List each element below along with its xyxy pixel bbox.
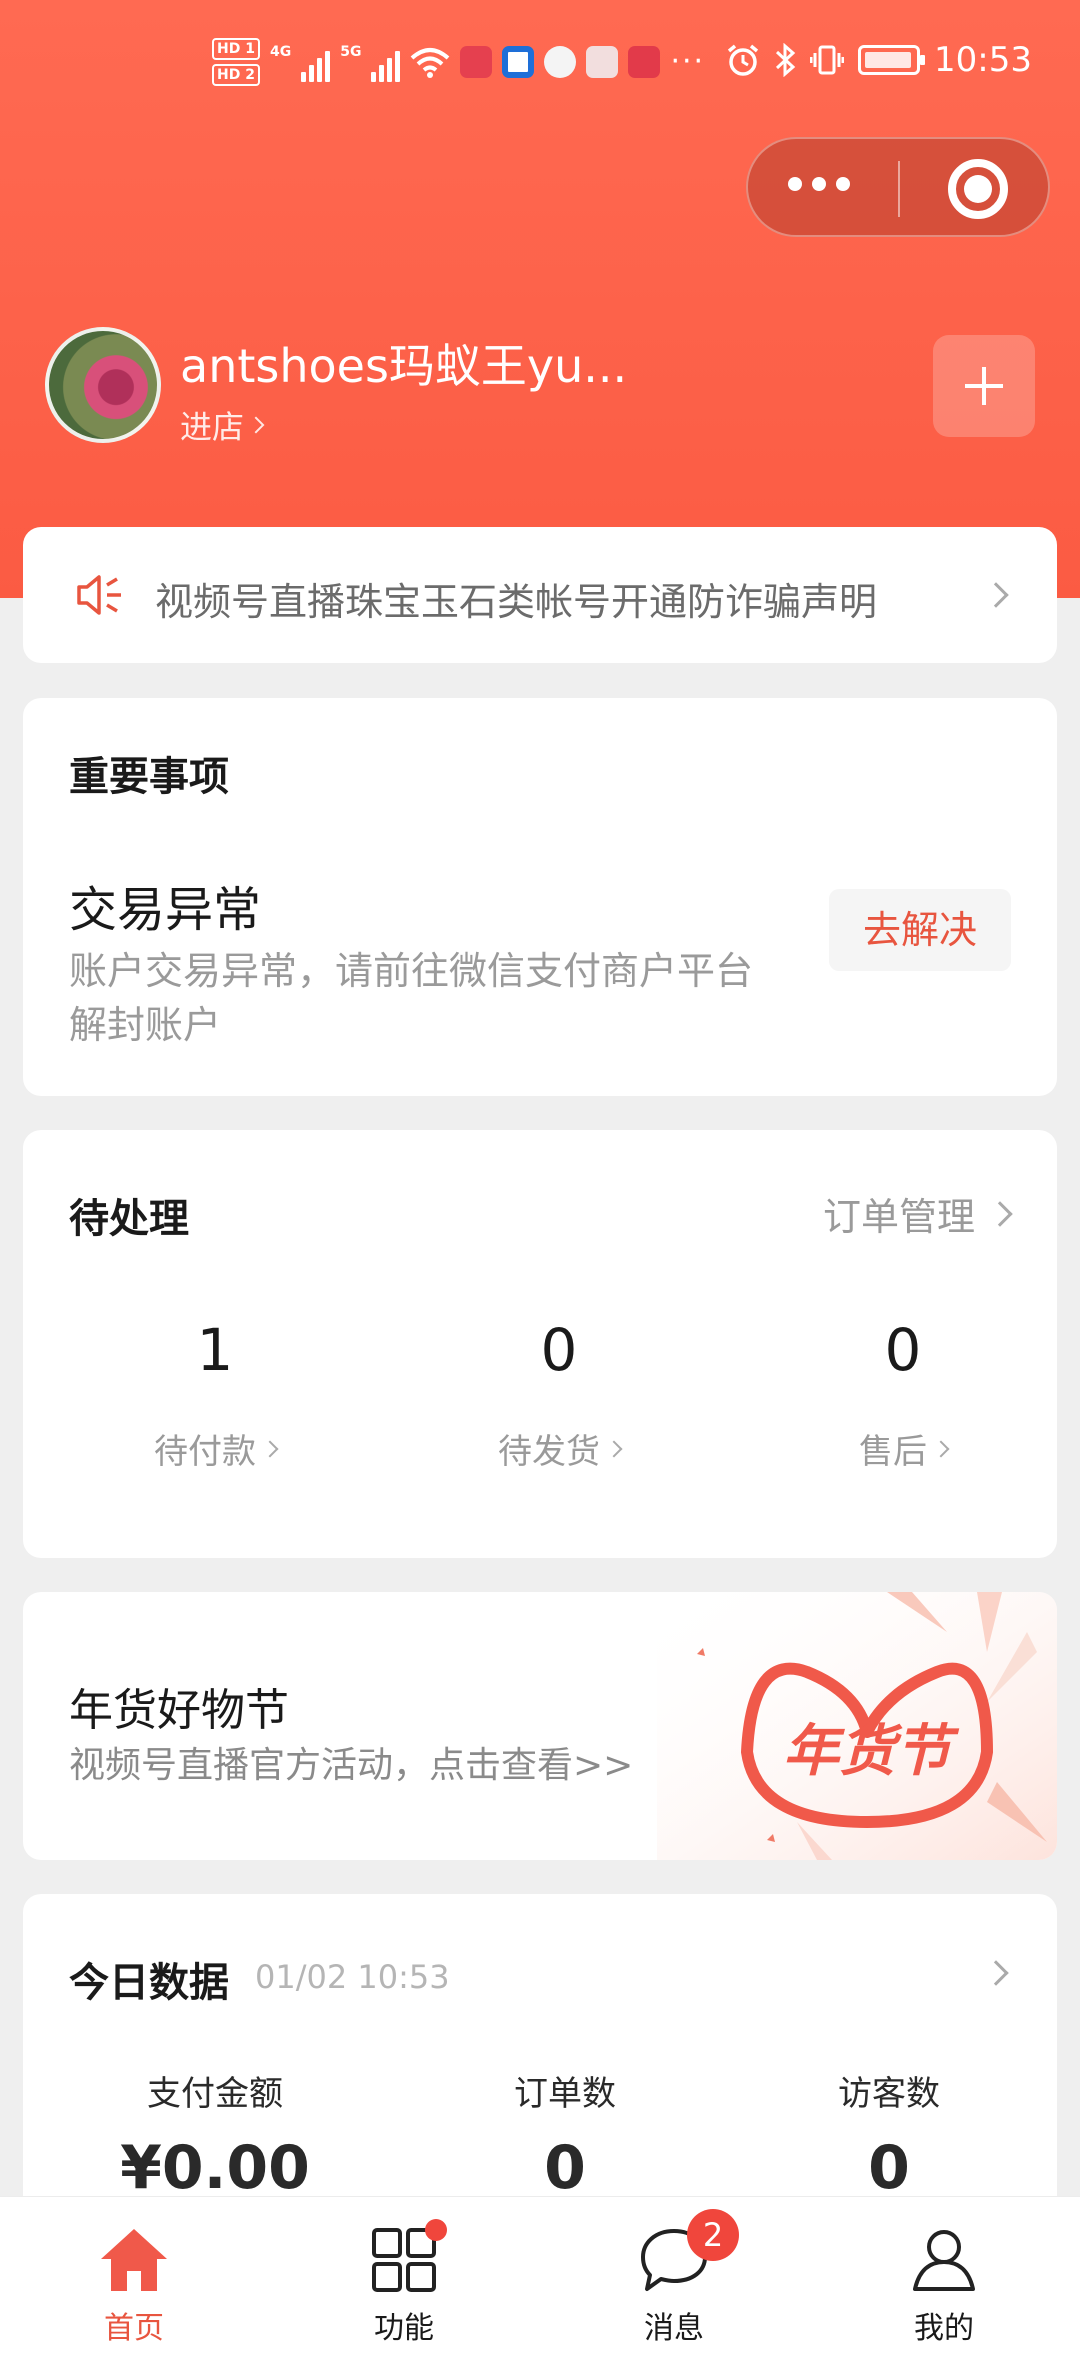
chevron-right-icon (983, 582, 1009, 608)
status-bar: HD 1 HD 2 4G 5G ··· 10:53 (0, 30, 1080, 110)
important-items-title: 重要事项 (69, 754, 229, 800)
bottom-tab-bar: 首页 功能 2 消息 我的 (0, 2196, 1080, 2376)
tab-messages[interactable]: 2 消息 (574, 2209, 774, 2353)
wifi-icon (411, 48, 450, 78)
promo-art-text: 年货节 (783, 1719, 960, 1784)
network-5g-label: 5G (340, 44, 362, 60)
user-icon (907, 2223, 981, 2297)
chevron-right-icon (987, 1200, 1013, 1227)
important-items-card: 重要事项 交易异常 账户交易异常，请前往微信支付商户平台解封账户 去解决 (23, 698, 1057, 1096)
box-app-icon (586, 46, 619, 78)
home-icon (97, 2223, 171, 2297)
enter-shop-link[interactable]: 进店 (180, 402, 265, 448)
add-button[interactable] (933, 335, 1035, 437)
close-miniprogram-icon[interactable] (948, 159, 1008, 219)
shop-name[interactable]: antshoes玛蚁王yu... (180, 330, 627, 396)
alarm-icon (727, 44, 759, 76)
chevron-right-icon (247, 416, 265, 434)
battery-icon (858, 45, 926, 75)
issue-title: 交易异常 (69, 882, 262, 938)
metric-value: 0 (868, 2133, 910, 2203)
bluetooth-icon (775, 43, 796, 77)
metric-order-count: 订单数 0 (415, 2066, 715, 2203)
network-4g-label: 4G (270, 44, 292, 60)
promo-banner[interactable]: 年货好物节 视频号直播官方活动，点击查看>> 年货节 (23, 1592, 1057, 1860)
tab-me[interactable]: 我的 (844, 2223, 1044, 2353)
metric-label: 访客数 (838, 2074, 940, 2114)
hd1-label: HD 1 (212, 38, 260, 60)
promo-title: 年货好物节 (69, 1685, 289, 1736)
chevron-right-icon (261, 1440, 279, 1457)
vibrate-icon (810, 45, 845, 75)
metric-value: ¥0.00 (120, 2133, 310, 2203)
clock-time: 10:53 (934, 40, 1032, 80)
avatar[interactable] (45, 327, 161, 443)
metric-value: 0 (544, 2133, 586, 2203)
stat-value: 0 (540, 1316, 578, 1384)
tab-label: 功能 (374, 2311, 434, 2346)
book-app-icon (628, 46, 661, 78)
metric-label: 支付金额 (147, 2074, 283, 2114)
miniprogram-capsule (746, 137, 1050, 237)
capsule-divider (898, 161, 900, 217)
announcement-banner[interactable]: 视频号直播珠宝玉石类帐号开通防诈骗声明 (23, 527, 1057, 663)
stat-label: 待发货 (498, 1432, 600, 1472)
message-count-badge: 2 (687, 2209, 739, 2261)
stat-after-sales[interactable]: 0 售后 (753, 1316, 1053, 1473)
speaker-icon (77, 575, 121, 615)
browser-app-icon (502, 46, 535, 78)
chat-bubble-icon: 2 (637, 2209, 739, 2297)
grid-icon (367, 2219, 447, 2297)
chevron-right-icon (983, 1960, 1009, 1986)
announcement-text: 视频号直播珠宝玉石类帐号开通防诈骗声明 (155, 580, 878, 624)
metric-label: 订单数 (514, 2074, 616, 2114)
order-management-label: 订单管理 (822, 1195, 975, 1239)
chevron-right-icon (932, 1440, 950, 1457)
tab-home[interactable]: 首页 (34, 2223, 234, 2353)
pending-card: 待处理 订单管理 1 待付款 0 待发货 0 售后 (23, 1130, 1057, 1558)
metric-visitor-count: 访客数 0 (739, 2066, 1039, 2203)
chevron-right-icon (605, 1440, 623, 1457)
stat-pending-shipment[interactable]: 0 待发货 (409, 1316, 709, 1473)
tab-label: 首页 (104, 2311, 164, 2346)
tab-label: 我的 (914, 2311, 974, 2346)
order-management-link[interactable]: 订单管理 (822, 1186, 1013, 1241)
stat-pending-payment[interactable]: 1 待付款 (65, 1316, 365, 1473)
issue-description: 账户交易异常，请前往微信支付商户平台解封账户 (69, 949, 754, 1047)
more-menu-icon[interactable] (788, 177, 850, 191)
signal-icon (301, 42, 331, 82)
more-notifications-icon: ··· (670, 44, 706, 79)
today-data-title: 今日数据 (69, 1960, 229, 2006)
signal-icon (371, 42, 401, 82)
today-data-timestamp: 01/02 10:53 (255, 1958, 450, 1996)
ball-app-icon (544, 46, 577, 78)
notification-dot (425, 2219, 447, 2241)
huawei-app-icon (460, 46, 493, 78)
stat-value: 1 (196, 1316, 234, 1384)
new-year-festival-logo: 年货节 (657, 1592, 1057, 1860)
resolve-button[interactable]: 去解决 (829, 889, 1011, 971)
enter-shop-label: 进店 (180, 408, 245, 446)
stat-label: 售后 (859, 1432, 927, 1472)
pending-title: 待处理 (69, 1196, 189, 1242)
stat-label: 待付款 (154, 1432, 256, 1472)
tab-label: 消息 (644, 2311, 704, 2346)
hd-indicator: HD 1 HD 2 (212, 38, 260, 86)
hd2-label: HD 2 (212, 64, 260, 86)
tab-functions[interactable]: 功能 (304, 2219, 504, 2353)
promo-subtitle: 视频号直播官方活动，点击查看>> (69, 1745, 634, 1786)
metric-payment-amount: 支付金额 ¥0.00 (65, 2066, 365, 2203)
stat-value: 0 (884, 1316, 922, 1384)
